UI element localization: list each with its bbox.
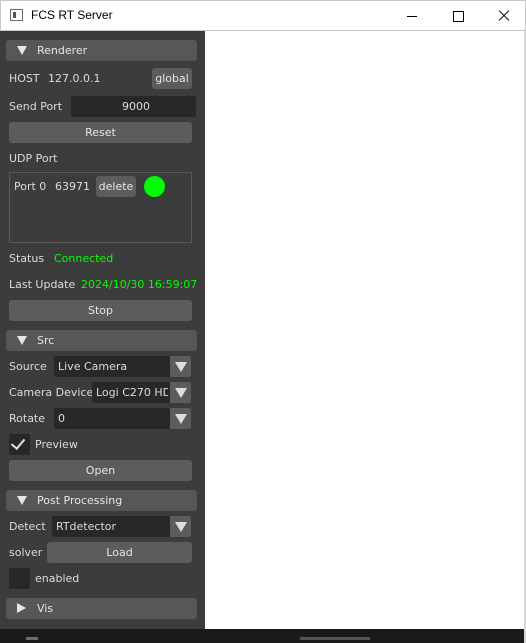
render-canvas[interactable] [205,31,524,630]
camera-device-selected-value: Logi C270 HD [96,386,168,399]
checkmark-icon [10,434,26,451]
expand-arrow-icon [17,603,26,613]
load-button[interactable]: Load [47,542,192,563]
send-port-label: Send Port [9,100,63,113]
preview-checkbox[interactable] [9,434,30,455]
solver-label: solver [9,546,43,559]
enabled-checkbox[interactable] [9,568,30,589]
dropdown-arrow-icon[interactable] [170,408,191,429]
vis-header-label: Vis [37,602,54,615]
app-window-icon [10,9,23,21]
global-button[interactable]: global [152,68,192,89]
source-select[interactable]: Live Camera [54,356,191,377]
dropdown-arrow-icon[interactable] [170,356,191,377]
source-label: Source [9,360,47,373]
detect-label: Detect [9,520,46,533]
host-value: 127.0.0.1 [48,72,101,85]
last-update-label: Last Update [9,278,76,291]
source-selected-value: Live Camera [58,360,128,373]
src-section-header[interactable]: Src [6,330,197,351]
src-header-label: Src [37,334,55,347]
connection-status-indicator [144,176,165,197]
port-name: Port 0 [14,180,47,193]
rotate-select[interactable]: 0 [54,408,191,429]
control-panel: Renderer HOST 127.0.0.1 global Send Port… [0,31,205,629]
post-processing-header-label: Post Processing [37,494,123,507]
dropdown-arrow-icon[interactable] [170,382,191,403]
host-label: HOST [9,72,40,85]
title-bar: FCS RT Server [0,0,526,31]
dropdown-arrow-icon[interactable] [170,516,191,537]
collapse-arrow-icon [17,496,27,505]
open-button[interactable]: Open [9,460,192,481]
camera-device-select[interactable]: Logi C270 HD [92,382,191,403]
detect-selected-value: RTdetector [56,520,117,533]
vis-section-header[interactable]: Vis [6,598,197,619]
enabled-label: enabled [35,572,80,585]
maximize-button[interactable] [435,1,481,31]
collapse-arrow-icon [17,336,27,345]
close-icon [498,10,510,22]
post-processing-section-header[interactable]: Post Processing [6,490,197,511]
udp-port-list[interactable]: Port 0 63971 delete [9,172,192,243]
camera-device-label: Camera Device [9,386,94,399]
stop-button[interactable]: Stop [9,300,192,321]
minimize-button[interactable] [389,1,435,31]
detect-select[interactable]: RTdetector [52,516,191,537]
renderer-header-label: Renderer [37,44,88,57]
port-number: 63971 [55,180,90,193]
rotate-selected-value: 0 [58,412,65,425]
bottom-mark [300,637,370,640]
maximize-icon [452,10,464,22]
preview-label: Preview [35,438,78,451]
reset-button[interactable]: Reset [9,122,192,143]
rotate-label: Rotate [9,412,46,425]
status-value: Connected [54,252,114,265]
renderer-section-header[interactable]: Renderer [6,40,197,61]
window-bottom-strip [0,629,524,643]
window-title: FCS RT Server [31,8,113,22]
close-button[interactable] [481,1,526,31]
send-port-input[interactable]: 9000 [71,96,196,117]
minimize-icon [407,15,417,17]
bottom-mark [26,637,38,640]
last-update-value: 2024/10/30 16:59:07 [81,278,198,291]
udp-port-label: UDP Port [9,152,58,165]
collapse-arrow-icon [17,46,27,55]
send-port-value: 9000 [122,100,150,113]
status-label: Status [9,252,45,265]
delete-port-button[interactable]: delete [96,176,136,197]
